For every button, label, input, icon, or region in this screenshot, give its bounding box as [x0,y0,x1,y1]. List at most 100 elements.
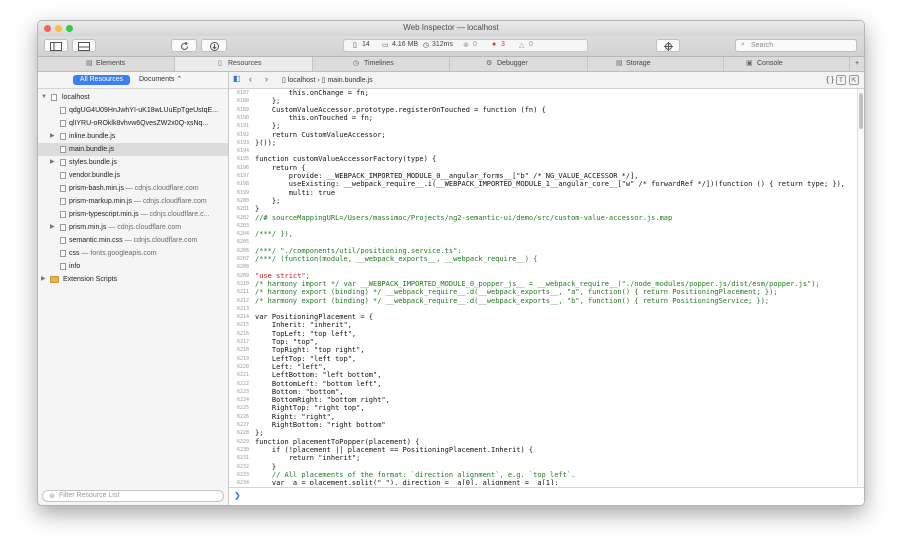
scope-documents-select[interactable]: Documents ⌃ [139,75,182,83]
show-type-info-icon[interactable]: T [836,75,846,85]
code-line: 6202 //# sourceMappingURL=/Users/massimoc… [229,214,849,222]
tab-timelines[interactable]: ◷ Timelines [313,57,450,71]
line-number: 6228 [236,430,249,437]
code-text: /* harmony export (binding) */ __webpack… [255,288,778,297]
line-number: 6215 [236,322,249,329]
scrollbar-thumb[interactable] [859,93,863,129]
forward-arrow-icon[interactable]: › [265,74,268,84]
line-number: 6188 [236,98,249,105]
tab-label: Resources [228,60,262,67]
code-line: 6207 /***/ (function(module, __webpack_ex… [229,255,849,263]
filter-placeholder: Filter Resource List [59,492,120,499]
code-text: CustomValueAccessor.prototype.registerOn… [255,105,546,114]
storage-icon: ▤ [616,60,623,67]
window-title: Web Inspector — localhost [403,23,499,32]
code-text: "use strict"; [255,271,310,280]
code-scrollbar[interactable] [857,89,864,485]
reload-icon [180,41,188,50]
tab-elements[interactable]: ▤ Elements [38,57,175,71]
dock-side-button[interactable] [44,39,68,52]
line-number: 6195 [236,156,249,163]
filter-resource-input[interactable]: ⊜ Filter Resource List [42,490,224,502]
dock-bottom-button[interactable] [72,39,96,52]
tree-item[interactable]: semantic.min.css — cdnjs.cloudflare.com [38,234,228,247]
code-text: provide: __WEBPACK_IMPORTED_MODULE_0__an… [255,172,639,180]
tree-item-label: vendor.bundle.js [69,172,120,179]
line-number: 6234 [236,480,249,485]
element-picker-button[interactable] [656,39,680,52]
quick-console[interactable]: ❯ [229,487,864,505]
resources-icon: ▯ [218,60,222,67]
line-number: 6209 [236,272,249,279]
code-line: 6211 /* harmony export (binding) */ __web… [229,288,849,296]
tree-item[interactable]: ▼ localhost [38,91,228,104]
line-number: 6216 [236,330,249,337]
new-tab-button[interactable]: + [850,57,864,71]
download-button[interactable] [201,39,227,52]
title-bar: Web Inspector — localhost [38,21,864,36]
line-number: 6197 [236,173,249,179]
download-icon [209,42,219,51]
back-arrow-icon[interactable]: ‹ [249,74,252,84]
tree-item[interactable]: prism-typescript.min.js — cdnjs.cloudfla… [38,208,228,221]
line-number: 6229 [236,438,249,445]
tree-item-selected[interactable]: main.bundle.js [38,143,228,156]
tree-item[interactable]: qlIYRU-oROklk8vhvw6QvesZW2x0Q-xsNq... [38,117,228,130]
line-number: 6232 [236,463,249,470]
code-line: 6195 function customValueAccessorFactory(… [229,155,849,163]
tree-item[interactable]: css — fonts.googleapis.com [38,247,228,260]
tree-item[interactable]: ▶ prism.min.js — cdnjs.cloudflare.com [38,221,228,234]
code-text: } [255,462,277,471]
tab-console[interactable]: ▣ Console [724,57,850,71]
code-line: 6200 }; [229,197,849,205]
updown-chevron-icon: ⌃ [176,76,183,83]
code-line: 6234 var _a = placement.split(" "), dire… [229,479,849,485]
line-number: 6212 [236,297,249,304]
tree-item[interactable]: prism-bash.min.js — cdnjs.cloudflare.com [38,182,228,195]
line-number: 6225 [236,405,249,412]
clock-icon: ◷ [423,42,430,49]
tree-item[interactable]: ▶ styles.bundle.js [38,156,228,169]
disclosure-closed-icon: ▶ [50,159,55,165]
document-icon [51,94,57,101]
code-line: 6206 /***/ "./components/util/positioning… [229,247,849,255]
line-number: 6206 [236,247,249,254]
tree-item[interactable]: qdgUG4U09HnJwhYI-uK18wLUuEpTgeUstqE... [38,104,228,117]
code-line: 6229 function placementToPopper(placement… [229,438,849,446]
code-line: 6187 this.onChange = fn; [229,89,849,97]
code-line: 6231 return "inherit"; [229,454,849,462]
scope-all-resources[interactable]: All Resources [73,75,130,85]
tree-item-label: qdgUG4U09HnJwhYI-uK18wLUuEpTgeUstqE... [69,107,219,114]
code-line: 6191 }; [229,122,849,130]
pretty-print-icon[interactable]: { } [825,75,835,85]
line-number: 6191 [236,123,249,130]
code-text: TopLeft: "top left", [255,329,357,338]
breadcrumb[interactable]: ▯ localhost › ▯ main.bundle.js [282,76,373,84]
line-number: 6210 [236,280,249,287]
code-line: 6221 LeftBottom: "left bottom", [229,371,849,379]
tree-item-label: qlIYRU-oROklk8vhvw6QvesZW2x0Q-xsNq... [69,120,209,127]
tab-debugger[interactable]: ⚙ Debugger [450,57,588,71]
tree-item[interactable]: vendor.bundle.js [38,169,228,182]
reload-button[interactable] [171,39,197,52]
search-input[interactable]: ⌕ Search [735,39,857,52]
tree-item[interactable]: ▶ inline.bundle.js [38,130,228,143]
activity-stats[interactable]: ▯ 14 ▭ 4.16 MB ◷ 312ms ⊗ 0 ● 3 △ 0 [343,39,588,52]
file-icon [60,107,66,114]
script-icon [60,185,66,192]
code-text: function placementToPopper(placement) { [255,437,420,446]
code-text: }()); [255,138,277,147]
tab-storage[interactable]: ▤ Storage [588,57,724,71]
tree-item[interactable]: info [38,260,228,273]
tree-item[interactable]: prism-markup.min.js — cdnjs.cloudflare.c… [38,195,228,208]
code-editor[interactable]: 6187 this.onChange = fn; 6188 }; 6189 Cust… [229,89,857,485]
tree-item[interactable]: ▶ Extension Scripts [38,273,228,286]
tab-resources[interactable]: ▯ Resources [175,57,313,71]
code-text: useExisting: __webpack_require__.i(__WEB… [255,180,846,189]
sidebar-toggle-icon[interactable]: ◧ [233,74,241,83]
script-icon [60,146,66,153]
line-number: 6221 [236,372,249,379]
open-in-new-icon[interactable]: ⇱ [849,75,859,85]
folder-icon [50,276,59,283]
code-line: 6197 provide: __WEBPACK_IMPORTED_MODULE_… [229,172,849,180]
